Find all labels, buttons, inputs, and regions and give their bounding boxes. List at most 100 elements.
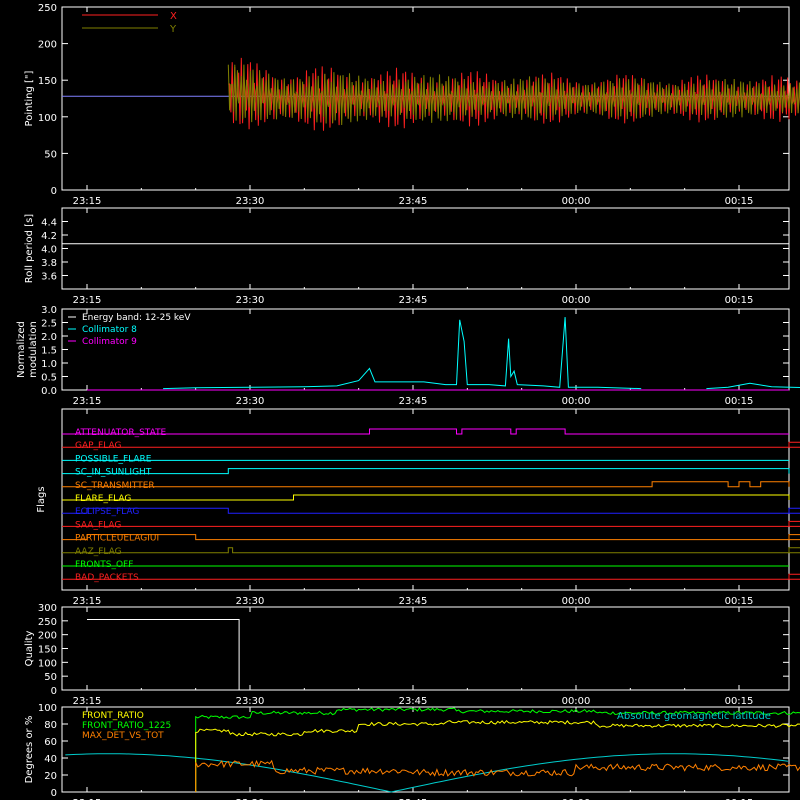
x-tick-label: 23:15 (73, 295, 102, 306)
legend-label: FRONT_RATIO_1225 (82, 721, 171, 731)
legend-label: FRONT_RATIO (82, 711, 144, 721)
legend-label: Collimator 8 (82, 325, 137, 335)
y-tick-label: 1.5 (41, 346, 57, 357)
x-tick-label: 23:45 (399, 396, 428, 407)
flag-label: FLARE_FLAG (75, 494, 131, 504)
y-tick-label: 250 (38, 3, 57, 14)
y-tick-label: 0.5 (41, 373, 57, 384)
legend-label: X (170, 11, 177, 22)
flag-line-attenuator_state (62, 428, 789, 435)
x-tick-label: 00:15 (725, 196, 754, 207)
legend-label: MAX_DET_VS_TOT (82, 731, 164, 741)
y-tick-label: 2.0 (41, 332, 57, 343)
y-tick-label: 40 (44, 754, 57, 765)
series-line-front-ratio (195, 719, 800, 792)
y-tick-label: 3.8 (41, 258, 57, 269)
x-tick-label: 23:45 (399, 696, 428, 707)
flag-line-saa_flag_gap (62, 441, 800, 448)
y-tick-label: 300 (38, 603, 57, 614)
flag-label: FRONTS_OFF (75, 560, 133, 570)
panel-frame-1 (61, 207, 790, 290)
flag-line-flare_flag (62, 494, 790, 501)
y-axis-label: Roll period [s] (24, 214, 35, 283)
x-tick-label: 00:00 (562, 696, 591, 707)
x-tick-label: 00:15 (725, 596, 754, 607)
series-line-collimator-8 (163, 317, 642, 390)
y-axis-label: Quality (24, 631, 35, 667)
legend-label: Collimator 9 (82, 337, 137, 347)
flag-label: SAA_FLAG (75, 520, 121, 530)
y-tick-label: 4.0 (41, 245, 57, 256)
y-tick-label: 4.2 (41, 231, 57, 242)
flag-label: SC_TRANSMITTER (75, 481, 155, 491)
x-tick-label: 23:15 (73, 196, 102, 207)
y-axis-label: Degrees or % (24, 716, 35, 784)
flag-line-sc_in_sunlight (62, 468, 790, 475)
y-tick-label: 0.0 (41, 386, 57, 397)
y-tick-label: 0 (51, 686, 57, 697)
x-tick-label: 00:00 (562, 596, 591, 607)
y-axis-label: Flags (36, 486, 47, 512)
y-tick-label: 3.0 (41, 305, 57, 316)
flag-line-bad_packets (62, 573, 800, 580)
x-tick-label: 23:30 (236, 396, 265, 407)
y-tick-label: 100 (38, 113, 57, 124)
x-tick-label: 23:45 (399, 196, 428, 207)
flag-label: ECLIPSE_FLAG (75, 507, 139, 517)
y-tick-label: 0 (51, 186, 57, 197)
flag-line-eclipse_flag (62, 507, 800, 514)
y-axis-label: Normalized (16, 321, 27, 378)
x-tick-label: 23:15 (73, 396, 102, 407)
y-axis-label: modulation (28, 321, 39, 378)
flag-line-particle_flag (62, 534, 800, 541)
y-tick-label: 200 (38, 631, 57, 642)
legend-label: Absolute geomagnetic latitude (617, 711, 771, 722)
chart-canvas: 23:1523:3023:4500:0000:1500:3000:4505010… (16, 3, 800, 800)
y-tick-label: 2.5 (41, 319, 57, 330)
flag-label: SC_IN_SUNLIGHT (75, 468, 152, 478)
x-tick-label: 00:15 (725, 295, 754, 306)
x-tick-label: 00:15 (725, 696, 754, 707)
x-tick-label: 23:30 (236, 196, 265, 207)
x-tick-label: 23:45 (399, 596, 428, 607)
y-tick-label: 4.4 (41, 218, 57, 229)
x-tick-label: 23:30 (236, 596, 265, 607)
x-tick-label: 00:15 (725, 396, 754, 407)
quality-line (87, 619, 790, 691)
flag-line-sc_transmitter (62, 481, 790, 488)
y-tick-label: 200 (38, 40, 57, 51)
y-tick-label: 1.0 (41, 359, 57, 370)
x-tick-label: 23:15 (73, 596, 102, 607)
y-axis-label: Pointing ["] (24, 70, 35, 126)
x-tick-label: 00:00 (562, 396, 591, 407)
y-tick-label: 100 (38, 703, 57, 714)
flag-label: GAP_FLAG (75, 441, 121, 451)
legend-label: Y (169, 24, 177, 35)
y-tick-label: 150 (38, 76, 57, 87)
y-tick-label: 0 (51, 788, 57, 799)
flag-line-saa_flag (62, 520, 800, 527)
x-tick-label: 23:30 (236, 295, 265, 306)
flag-line-aaz_flag (62, 547, 800, 554)
series-line-collimator-8-segment (706, 382, 800, 390)
x-tick-label: 23:30 (236, 696, 265, 707)
y-tick-label: 150 (38, 645, 57, 656)
flag-label: POSSIBLE_FLARE (75, 454, 152, 464)
flag-label: BAD_PACKETS (75, 573, 139, 583)
x-tick-label: 23:45 (399, 295, 428, 306)
x-tick-label: 23:15 (73, 696, 102, 707)
y-tick-label: 60 (44, 737, 57, 748)
y-tick-label: 3.6 (41, 272, 57, 283)
flag-label: ATTENUATOR_STATE (75, 428, 167, 438)
series-line-geomagnetic-latitude (65, 753, 788, 793)
y-tick-label: 100 (38, 658, 57, 669)
y-tick-label: 20 (44, 771, 57, 782)
series-line-max-det-vs-tot (195, 759, 800, 792)
flag-label: AAZ_FLAG (75, 547, 122, 557)
flag-label: PARTICLEUELAGIUI (75, 534, 159, 544)
legend-title: Energy band: 12-25 keV (82, 313, 191, 323)
y-tick-label: 80 (44, 720, 57, 731)
y-tick-label: 250 (38, 617, 57, 628)
x-tick-label: 00:00 (562, 196, 591, 207)
y-tick-label: 50 (44, 672, 57, 683)
